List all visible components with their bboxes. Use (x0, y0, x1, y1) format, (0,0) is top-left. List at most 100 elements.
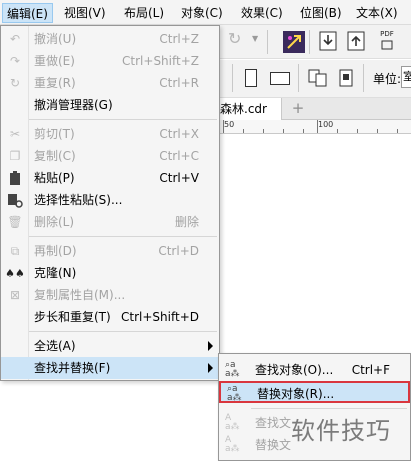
menu-item-label: 选择性粘贴(S)... (34, 193, 123, 207)
menu-item-undo[interactable]: ↶ 撤消(U) Ctrl+Z (1, 28, 219, 50)
menu-item-label: 剪切(T) (34, 127, 75, 141)
menu-item-shortcut: Ctrl+V (159, 171, 199, 185)
horizontal-ruler: 50 100 (218, 120, 411, 134)
watermark-text: 软件技巧 (291, 417, 391, 445)
submenu-arrow-icon (208, 363, 213, 373)
menu-item-duplicate[interactable]: ⧉ 再制(D) Ctrl+D (1, 240, 219, 262)
menu-bitmaps[interactable]: 位图(B) (296, 3, 346, 23)
paste-icon (7, 170, 23, 186)
ruler-tick (223, 120, 224, 133)
menu-item-label: 查找并替换(F) (34, 361, 111, 375)
menu-item-step-and-repeat[interactable]: 步长和重复(T) Ctrl+Shift+D (1, 306, 219, 328)
ruler-tick (337, 129, 338, 133)
ruler-tick (357, 129, 358, 133)
redo-dropdown-icon[interactable]: ▼ (252, 34, 258, 43)
menu-item-label: 重复(R) (34, 76, 76, 90)
add-tab-button[interactable]: + (290, 99, 306, 117)
copy-properties-icon: ⊠ (9, 288, 21, 302)
menu-item-label: 克隆(N) (34, 266, 77, 280)
ruler-tick (397, 129, 398, 133)
replace-objects-icon: ⌕a a⁂ (227, 384, 242, 403)
menu-item-shortcut: Ctrl+R (159, 76, 199, 90)
document-tab-strip: 森林.cdr + (218, 98, 411, 120)
ruler-tick (283, 129, 284, 133)
menu-item-redo[interactable]: ↷ 重做(E) Ctrl+Shift+Z (1, 50, 219, 72)
menu-item-cut[interactable]: ✂ 剪切(T) Ctrl+X (1, 123, 219, 145)
units-dropdown[interactable]: 室 (401, 66, 411, 88)
toolbar-separator (267, 30, 268, 54)
units-label: 单位: (373, 72, 402, 86)
menu-effects[interactable]: 效果(C) (237, 3, 287, 23)
menu-item-label: 撤消管理器(G) (34, 98, 113, 112)
ruler-tick (377, 129, 378, 133)
menu-item-undo-manager[interactable]: 撤消管理器(G) (1, 94, 219, 116)
menu-item-repeat[interactable]: ↻ 重复(R) Ctrl+R (1, 72, 219, 94)
ruler-tick (303, 129, 304, 133)
export-icon[interactable] (347, 31, 365, 51)
menu-item-clone[interactable]: ♠♠ 克隆(N) (1, 262, 219, 284)
menu-layout[interactable]: 布局(L) (120, 3, 168, 23)
menu-item-label: 全选(A) (34, 339, 76, 353)
menu-item-label: 粘贴(P) (34, 171, 75, 185)
menu-item-label: 再制(D) (34, 244, 77, 258)
menu-item-label: 删除(L) (34, 215, 75, 229)
publish-pdf-icon[interactable]: PDF (376, 30, 398, 52)
toolbar-separator (363, 64, 364, 92)
menu-item-paste-special[interactable]: 选择性粘贴(S)... (1, 189, 219, 211)
launcher-icon[interactable] (283, 31, 305, 53)
menu-item-shortcut: Ctrl+C (159, 149, 199, 163)
ruler-label: 50 (224, 120, 235, 129)
menu-item-label: 重做(E) (34, 54, 75, 68)
menu-separator (29, 331, 217, 332)
menu-item-label: 复制(C) (34, 149, 76, 163)
redo-toolbar-icon[interactable]: ↻ (228, 29, 241, 48)
menu-view[interactable]: 视图(V) (60, 3, 110, 23)
document-tab[interactable]: 森林.cdr (218, 98, 282, 120)
menu-item-paste[interactable]: 粘贴(P) Ctrl+V (1, 167, 219, 189)
submenu-item-find-objects[interactable]: ⌕a a⁂ 查找对象(O)... Ctrl+F (219, 359, 410, 381)
toolbar-separator (309, 30, 310, 54)
import-icon[interactable] (319, 31, 337, 51)
ruler-tick (263, 129, 264, 133)
repeat-icon: ↻ (9, 76, 21, 90)
ruler-label: 100 (318, 120, 334, 129)
submenu-item-shortcut: Ctrl+F (351, 363, 390, 377)
toolbar-separator (232, 64, 233, 92)
all-pages-icon[interactable] (307, 68, 329, 88)
current-page-icon[interactable] (338, 68, 356, 88)
submenu-separator (251, 408, 407, 409)
cut-icon: ✂ (9, 127, 21, 141)
portrait-icon[interactable] (245, 69, 257, 87)
menu-edit[interactable]: 编辑(E) (2, 3, 53, 23)
menu-item-shortcut: Ctrl+Shift+Z (122, 54, 199, 68)
menu-item-find-and-replace[interactable]: 查找并替换(F) (1, 357, 219, 379)
submenu-item-label: 查找文 (255, 416, 292, 430)
duplicate-icon: ⧉ (10, 243, 20, 258)
undo-icon: ↶ (9, 32, 21, 46)
menu-item-copy-properties[interactable]: ⊠ 复制属性自(M)... (1, 284, 219, 306)
menu-bar: 编辑(E) 视图(V) 布局(L) 对象(C) 效果(C) 位图(B) 文本(X… (0, 0, 411, 25)
menu-item-shortcut: Ctrl+Z (159, 32, 199, 46)
menu-item-delete[interactable]: 🗑 删除(L) 删除 (1, 211, 219, 233)
submenu-item-label: 替换文 (255, 438, 292, 452)
menu-item-label: 步长和重复(T) (34, 310, 111, 324)
edit-menu: ↶ 撤消(U) Ctrl+Z ↷ 重做(E) Ctrl+Shift+Z ↻ 重复… (0, 25, 220, 381)
copy-icon: ❐ (9, 149, 21, 163)
paste-special-icon (7, 192, 23, 208)
delete-icon: 🗑 (7, 215, 23, 229)
submenu-item-replace-objects[interactable]: ⌕a a⁂ 替换对象(R)... (219, 381, 410, 403)
redo-icon: ↷ (9, 54, 21, 68)
menu-item-copy[interactable]: ❐ 复制(C) Ctrl+C (1, 145, 219, 167)
menu-object[interactable]: 对象(C) (177, 3, 227, 23)
menu-item-shortcut: 删除 (174, 215, 199, 229)
menu-item-label: 复制属性自(M)... (34, 288, 126, 302)
menu-item-select-all[interactable]: 全选(A) (1, 335, 219, 357)
replace-text-icon: Aa⁂ (225, 435, 240, 454)
menu-item-shortcut: Ctrl+Shift+D (121, 310, 199, 324)
ruler-tick (243, 129, 244, 133)
landscape-icon[interactable] (270, 72, 290, 85)
menu-text[interactable]: 文本(X) (352, 3, 402, 23)
find-objects-icon: ⌕a a⁂ (225, 360, 240, 379)
menu-item-shortcut: Ctrl+X (159, 127, 199, 141)
toolbar-separator (298, 64, 299, 92)
